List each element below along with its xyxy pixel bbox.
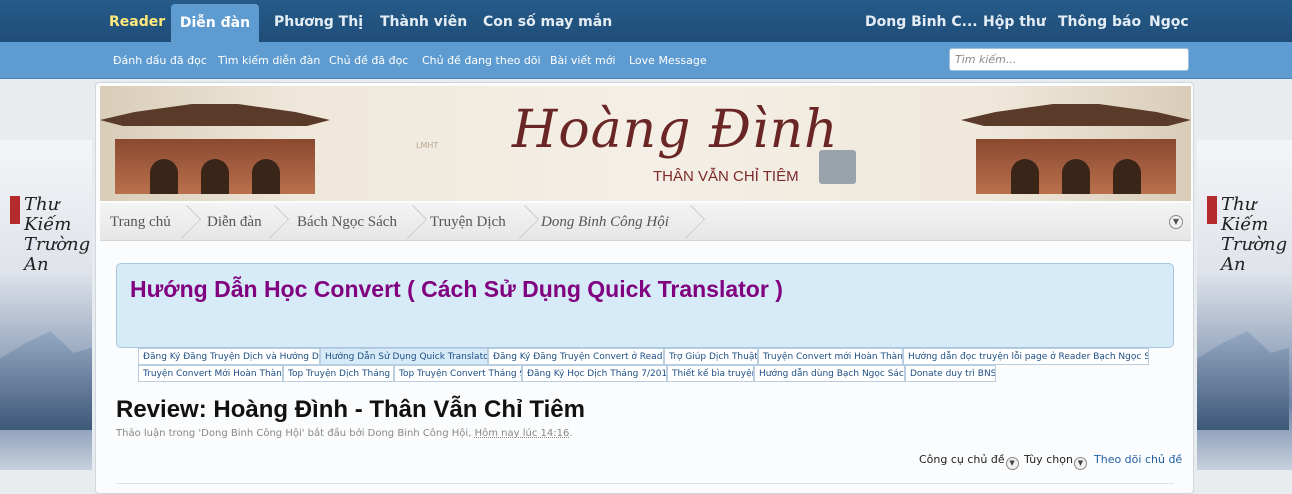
options-menu[interactable]: Tùy chọn ▼ [1024,453,1087,470]
thread-tools-menu[interactable]: Công cụ chủ đề ▼ [919,453,1019,470]
quick-link[interactable]: Truyện Convert Mới Hoàn Thành [138,365,283,382]
fan-icon [819,150,856,184]
read-threads-link[interactable]: Chủ đề đã đọc [329,42,408,79]
ad-calligraphy: Thư Kiếm Trường An [1221,194,1288,275]
thread-time[interactable]: Hôm nay lúc 14:16 [475,428,570,439]
chevron-right-icon [516,203,530,241]
quick-link[interactable]: Thiết kế bìa truyện [667,365,754,382]
chevron-down-icon: ▼ [1073,457,1087,470]
search-forums-link[interactable]: Tìm kiếm diễn đàn [218,42,320,79]
inbox-link[interactable]: Hộp thư [983,0,1046,42]
quick-link[interactable]: Hướng Dẫn Sử Dụng Quick Translator [320,348,488,365]
love-message-link[interactable]: Love Message [629,42,707,79]
sub-navigation: Đánh dấu đã đọc Tìm kiếm diễn đàn Chủ đề… [0,42,1292,79]
banner-title: Hoàng Đình [512,100,839,160]
ad-calligraphy: Thư Kiếm Trường An [24,194,91,275]
thread-meta: Thảo luận trong 'Dong Binh Công Hội' bắt… [116,428,573,439]
options-label: Tùy chọn [1024,453,1073,466]
quick-link[interactable]: Đăng Ký Đăng Truyện Convert ở Reader [488,348,664,365]
tab-forums[interactable]: Diễn đàn [171,4,259,42]
chevron-right-icon [178,203,192,241]
chevron-right-icon [404,203,418,241]
notice-title[interactable]: Hướng Dẫn Học Convert ( Cách Sử Dụng Qui… [130,276,783,303]
ad-building-image [0,331,92,430]
ad-building-image [1197,331,1289,430]
quick-link[interactable]: Top Truyện Dịch Tháng 8 [283,365,394,382]
breadcrumb-current[interactable]: Dong Binh Công Hội [541,203,669,241]
ad-red-tag [10,196,20,224]
left-side-ad[interactable]: Thư Kiếm Trường An [0,140,92,470]
quick-link[interactable]: Hướng dẫn đọc truyện lỗi page ở Reader B… [903,348,1149,365]
new-posts-link[interactable]: Bài viết mới [550,42,615,79]
tab-reader[interactable]: Reader [109,0,165,42]
banner-subtitle: THÂN VẪN CHỈ TIÊM [653,168,799,185]
quick-link[interactable]: Donate duy trì BNS [905,365,996,382]
breadcrumb-home[interactable]: Trang chủ [110,203,171,241]
temple-illustration-right [961,94,1191,194]
top-navigation: Reader Diễn đàn Phương Thị Thành viên Co… [0,0,1292,42]
breadcrumb: Trang chủ Diễn đàn Bách Ngọc Sách Truyện… [100,203,1191,241]
main-content: LMHT Hoàng Đình THÂN VẪN CHỈ TIÊM Trang … [95,82,1194,494]
chevron-right-icon [266,203,280,241]
thread-meta-end: . [569,428,573,439]
user-menu[interactable]: Dong Binh C... [865,0,978,42]
breadcrumb-forums[interactable]: Diễn đàn [207,203,262,241]
gems-link[interactable]: Ngọc [1149,0,1189,42]
site-banner[interactable]: LMHT Hoàng Đình THÂN VẪN CHỈ TIÊM [100,86,1191,201]
breadcrumb-bach-ngoc-sach[interactable]: Bách Ngọc Sách [297,203,397,241]
quick-link[interactable]: Trợ Giúp Dịch Thuật [664,348,758,365]
banner-mark: LMHT [416,141,439,150]
watched-threads-link[interactable]: Chủ đề đang theo dõi [422,42,541,79]
quick-link[interactable]: Hướng dẫn dùng Bạch Ngọc Sách [754,365,905,382]
jump-menu-icon[interactable]: ▼ [1169,215,1183,229]
quick-link[interactable]: Top Truyện Convert Tháng 9 [394,365,522,382]
tab-members[interactable]: Thành viên [380,0,467,42]
divider [116,483,1174,484]
temple-illustration-left [100,94,330,194]
page-title: Review: Hoàng Đình - Thân Vẫn Chỉ Tiêm [116,396,585,423]
breadcrumb-truyen-dich[interactable]: Truyện Dịch [430,203,506,241]
quick-link[interactable]: Đăng Ký Học Dịch Tháng 7/2017 [522,365,667,382]
tab-lucky-number[interactable]: Con số may mắn [483,0,612,42]
quick-link[interactable]: Truyện Convert mới Hoàn Thành [758,348,903,365]
search-input[interactable]: Tìm kiếm... [949,48,1189,71]
mark-read-link[interactable]: Đánh dấu đã đọc [113,42,207,79]
watch-thread-link[interactable]: Theo dõi chủ đề [1094,453,1182,466]
ad-red-tag [1207,196,1217,224]
alerts-link[interactable]: Thông báo [1058,0,1141,42]
tab-market[interactable]: Phương Thị [274,0,363,42]
right-side-ad[interactable]: Thư Kiếm Trường An [1197,140,1292,470]
thread-tools-label: Công cụ chủ đề [919,453,1005,466]
notice-box: Hướng Dẫn Học Convert ( Cách Sử Dụng Qui… [116,263,1174,348]
chevron-right-icon [682,203,696,241]
thread-meta-text: Thảo luận trong 'Dong Binh Công Hội' bắt… [116,428,475,439]
quick-link[interactable]: Đăng Ký Đăng Truyện Dịch và Hướng Dẫn [138,348,320,365]
chevron-down-icon: ▼ [1005,457,1019,470]
